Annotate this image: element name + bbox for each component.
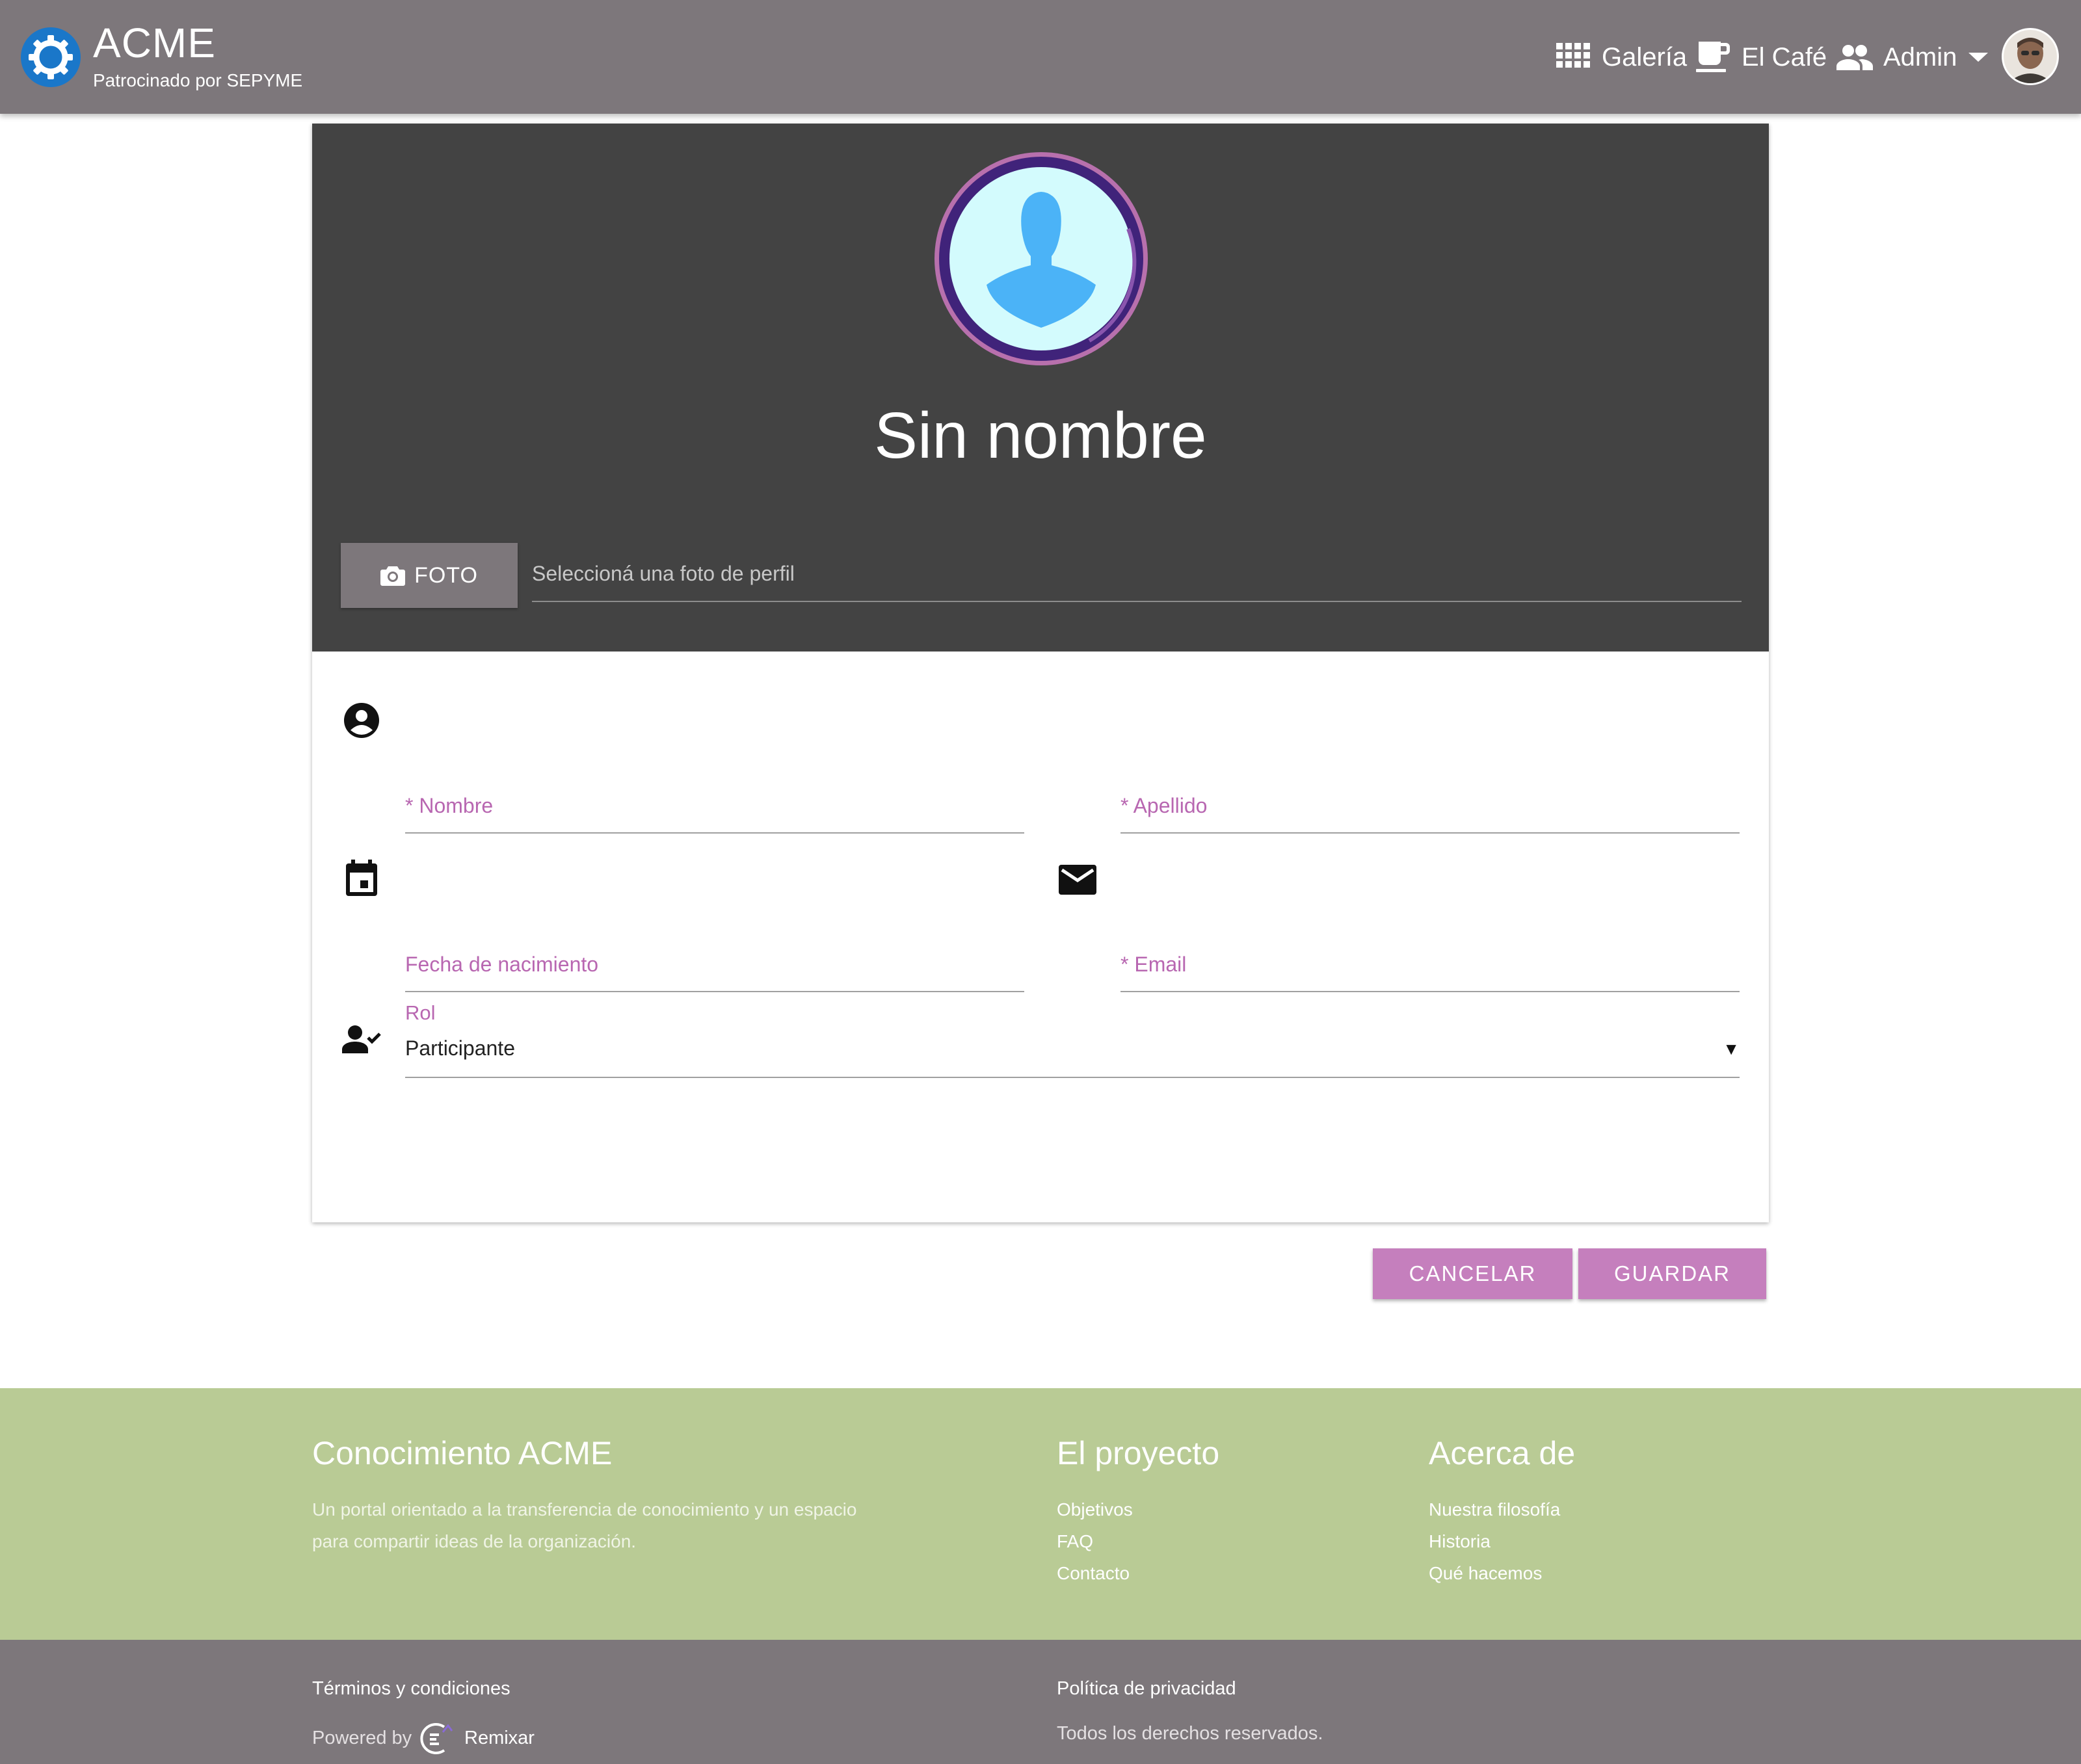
profile-card: Sin nombre FOTO * Nombre * Apellido [312, 124, 1769, 1222]
nav-admin-menu[interactable]: Admin [1835, 38, 1989, 77]
photo-path-input[interactable] [532, 546, 1742, 602]
footer-description-line1: Un portal orientado a la transferencia d… [312, 1499, 857, 1520]
footer-link-faq[interactable]: FAQ [1057, 1525, 1093, 1557]
powered-by-label: Powered by [312, 1728, 412, 1748]
nombre-field[interactable]: * Nombre [405, 774, 1024, 834]
footer: Conocimiento ACME Un portal orientado a … [0, 1388, 2081, 1640]
footer-description-line2: para compartir ideas de la organización. [312, 1531, 637, 1551]
gear-logo-icon[interactable] [21, 27, 81, 87]
footer-link-historia[interactable]: Historia [1429, 1525, 1491, 1557]
account-circle-icon [343, 702, 380, 742]
nav-cafe-label: El Café [1742, 42, 1827, 72]
cancel-button[interactable]: CANCELAR [1373, 1248, 1572, 1299]
photo-upload-button[interactable]: FOTO [341, 543, 518, 608]
remixar-link[interactable]: Remixar [464, 1728, 535, 1749]
email-icon [1059, 865, 1096, 898]
brand-subtitle: Patrocinado por SEPYME [93, 70, 303, 90]
top-bar: ACME Patrocinado por SEPYME Galería El C… [0, 0, 2081, 114]
privacy-link[interactable]: Política de privacidad [1057, 1678, 1236, 1700]
photo-upload-label: FOTO [414, 562, 478, 588]
brand-title[interactable]: ACME [93, 17, 216, 69]
fecha-nacimiento-label: Fecha de nacimiento [405, 953, 599, 976]
profile-name: Sin nombre [874, 399, 1207, 472]
footer-title-acerca: Acerca de [1429, 1435, 1576, 1471]
camera-icon [380, 566, 406, 586]
nombre-label: * Nombre [405, 794, 494, 817]
bottom-bar: Términos y condiciones Política de priva… [0, 1640, 2081, 1764]
save-button[interactable]: GUARDAR [1578, 1248, 1766, 1299]
rol-value: Participante [405, 1036, 515, 1060]
rights-text: Todos los derechos reservados. [1057, 1723, 1323, 1744]
nav-gallery[interactable]: Galería [1556, 38, 1687, 77]
calendar-icon [345, 860, 378, 901]
profile-picture[interactable] [933, 151, 1149, 367]
terms-link[interactable]: Términos y condiciones [312, 1678, 510, 1700]
coffee-icon [1696, 42, 1730, 72]
footer-link-contacto[interactable]: Contacto [1057, 1557, 1130, 1589]
rol-select[interactable]: Participante ▼ [405, 1021, 1740, 1078]
nav-gallery-label: Galería [1602, 42, 1688, 72]
people-icon [1836, 45, 1873, 70]
email-field[interactable]: * Email [1120, 932, 1740, 992]
fecha-nacimiento-field[interactable]: Fecha de nacimiento [405, 932, 1024, 992]
dropdown-arrow-icon: ▼ [1723, 1039, 1740, 1059]
email-label: * Email [1120, 953, 1187, 976]
caret-down-icon [1968, 53, 1989, 62]
apps-grid-icon [1556, 43, 1590, 68]
nav-cafe[interactable]: El Café [1696, 38, 1827, 77]
profile-header: Sin nombre FOTO [312, 124, 1769, 652]
nav-admin-label: Admin [1883, 42, 1957, 72]
apellido-label: * Apellido [1120, 794, 1208, 817]
footer-title-proyecto: El proyecto [1057, 1435, 1220, 1471]
user-avatar[interactable] [2002, 28, 2059, 85]
footer-link-que-hacemos[interactable]: Qué hacemos [1429, 1557, 1542, 1589]
footer-title-conocimiento: Conocimiento ACME [312, 1435, 613, 1471]
person-check-icon [342, 1025, 381, 1058]
remixar-logo-icon[interactable] [418, 1720, 455, 1762]
footer-link-filosofia[interactable]: Nuestra filosofía [1429, 1494, 1560, 1525]
apellido-field[interactable]: * Apellido [1120, 774, 1740, 834]
footer-link-objetivos[interactable]: Objetivos [1057, 1494, 1133, 1525]
